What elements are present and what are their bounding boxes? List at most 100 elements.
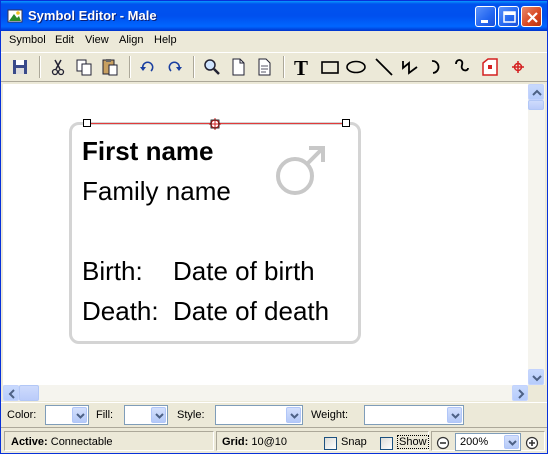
app-icon[interactable]	[7, 8, 23, 24]
vertical-scrollbar[interactable]	[528, 84, 545, 385]
title-bar[interactable]: Symbol Editor - Male	[1, 1, 547, 31]
undo-button[interactable]	[137, 56, 159, 78]
paste-icon	[102, 59, 118, 76]
horizontal-scrollbar[interactable]	[3, 385, 528, 401]
style-dropdown-button[interactable]	[286, 407, 301, 423]
redo-button[interactable]	[163, 56, 185, 78]
rectangle-tool-button[interactable]	[319, 56, 341, 78]
paste-button[interactable]	[99, 56, 121, 78]
save-button[interactable]	[9, 56, 31, 78]
connectable-shape-icon	[482, 58, 498, 76]
menu-align[interactable]: Align	[119, 34, 143, 46]
zoom-in-button[interactable]	[525, 436, 539, 450]
close-icon	[527, 12, 538, 23]
show-checkbox[interactable]	[380, 437, 393, 450]
menu-align-label: Align	[119, 34, 144, 46]
menu-view[interactable]: View	[85, 34, 109, 46]
toolbar-separator	[193, 56, 195, 78]
status-grid-panel: Grid: 10@10 Snap Show	[216, 431, 429, 451]
save-icon	[13, 60, 27, 74]
snap-label[interactable]: Snap	[341, 436, 367, 448]
page-button[interactable]	[227, 56, 249, 78]
copy-button[interactable]	[73, 56, 95, 78]
zoom-out-icon	[436, 436, 450, 450]
weight-select[interactable]	[364, 405, 464, 425]
polyline-tool-button[interactable]	[399, 56, 421, 78]
minimize-icon	[481, 20, 488, 23]
chevron-down-icon	[451, 413, 460, 419]
style-select[interactable]	[215, 405, 303, 425]
selection-handle-left[interactable]	[83, 119, 91, 127]
zoom-select-value: 200%	[460, 436, 489, 448]
page-properties-button[interactable]	[253, 56, 275, 78]
anchor-point-marker[interactable]	[209, 118, 221, 130]
zoom-button[interactable]	[201, 56, 223, 78]
svg-text:T: T	[294, 56, 308, 78]
arc-tool-icon	[431, 60, 440, 74]
status-grid: Grid: 10@10	[222, 436, 287, 448]
weight-dropdown-button[interactable]	[447, 407, 462, 423]
status-active-label: Active:	[11, 436, 48, 448]
text-tool-button[interactable]: T	[291, 56, 313, 78]
menu-bar: Symbol Edit View Align Help	[1, 31, 547, 51]
zoom-out-button[interactable]	[436, 436, 450, 450]
status-active-panel: Active: Connectable	[4, 431, 214, 451]
menu-symbol[interactable]: Symbol	[9, 34, 46, 46]
menu-edit[interactable]: Edit	[55, 34, 74, 46]
color-dropdown-button[interactable]	[72, 407, 87, 423]
close-button[interactable]	[521, 6, 542, 27]
chevron-down-icon	[290, 413, 299, 419]
maximize-button[interactable]	[498, 6, 519, 27]
curve-tool-button[interactable]	[451, 56, 473, 78]
birth-date-text[interactable]: Date of birth	[173, 256, 315, 287]
male-symbol-icon	[276, 146, 325, 195]
zoom-in-icon	[525, 436, 539, 450]
page-properties-icon	[258, 58, 271, 76]
chevron-down-icon	[508, 440, 517, 446]
snap-checkbox[interactable]	[324, 437, 337, 450]
rectangle-tool-icon	[321, 61, 339, 74]
window-title: Symbol Editor - Male	[28, 8, 157, 23]
zoom-icon	[204, 59, 220, 75]
color-select[interactable]	[45, 405, 89, 425]
fill-select[interactable]	[124, 405, 168, 425]
arc-tool-button[interactable]	[425, 56, 447, 78]
text-tool-icon: T	[294, 56, 308, 78]
show-label[interactable]: Show	[397, 435, 429, 449]
chevron-right-icon	[518, 389, 525, 399]
line-tool-button[interactable]	[373, 56, 395, 78]
fill-label: Fill:	[96, 409, 114, 421]
copy-icon	[76, 59, 92, 76]
vertical-scroll-thumb[interactable]	[528, 100, 544, 110]
zoom-select[interactable]: 200%	[455, 433, 521, 451]
anchor-point-icon	[512, 61, 524, 73]
scroll-down-button[interactable]	[528, 369, 544, 385]
toolbar-separator	[39, 56, 41, 78]
fill-dropdown-button[interactable]	[151, 407, 166, 423]
scroll-up-button[interactable]	[528, 84, 544, 100]
family-name-text[interactable]: Family name	[82, 176, 231, 207]
ellipse-tool-icon	[346, 60, 366, 74]
zoom-dropdown-button[interactable]	[504, 435, 519, 449]
polyline-tool-icon	[402, 61, 418, 75]
cut-button[interactable]	[47, 56, 69, 78]
death-date-text[interactable]: Date of death	[173, 296, 329, 327]
drawing-canvas[interactable]: First name Family name Birth: Date of bi…	[3, 84, 528, 385]
first-name-text[interactable]: First name	[82, 136, 214, 167]
scroll-left-button[interactable]	[3, 385, 19, 401]
anchor-point-button[interactable]	[507, 56, 529, 78]
curve-tool-icon	[455, 59, 469, 72]
horizontal-scroll-thumb[interactable]	[19, 385, 39, 401]
chevron-down-icon	[532, 375, 542, 382]
selection-handle-right[interactable]	[342, 119, 350, 127]
scroll-right-button[interactable]	[512, 385, 528, 401]
death-label[interactable]: Death:	[82, 296, 159, 327]
menu-help[interactable]: Help	[154, 34, 177, 46]
menu-view-label: View	[85, 34, 109, 46]
ellipse-tool-button[interactable]	[345, 56, 367, 78]
maximize-icon	[503, 11, 516, 23]
scrollbar-corner	[528, 385, 545, 401]
birth-label[interactable]: Birth:	[82, 256, 143, 287]
minimize-button[interactable]	[475, 6, 496, 27]
connectable-shape-button[interactable]	[479, 56, 501, 78]
